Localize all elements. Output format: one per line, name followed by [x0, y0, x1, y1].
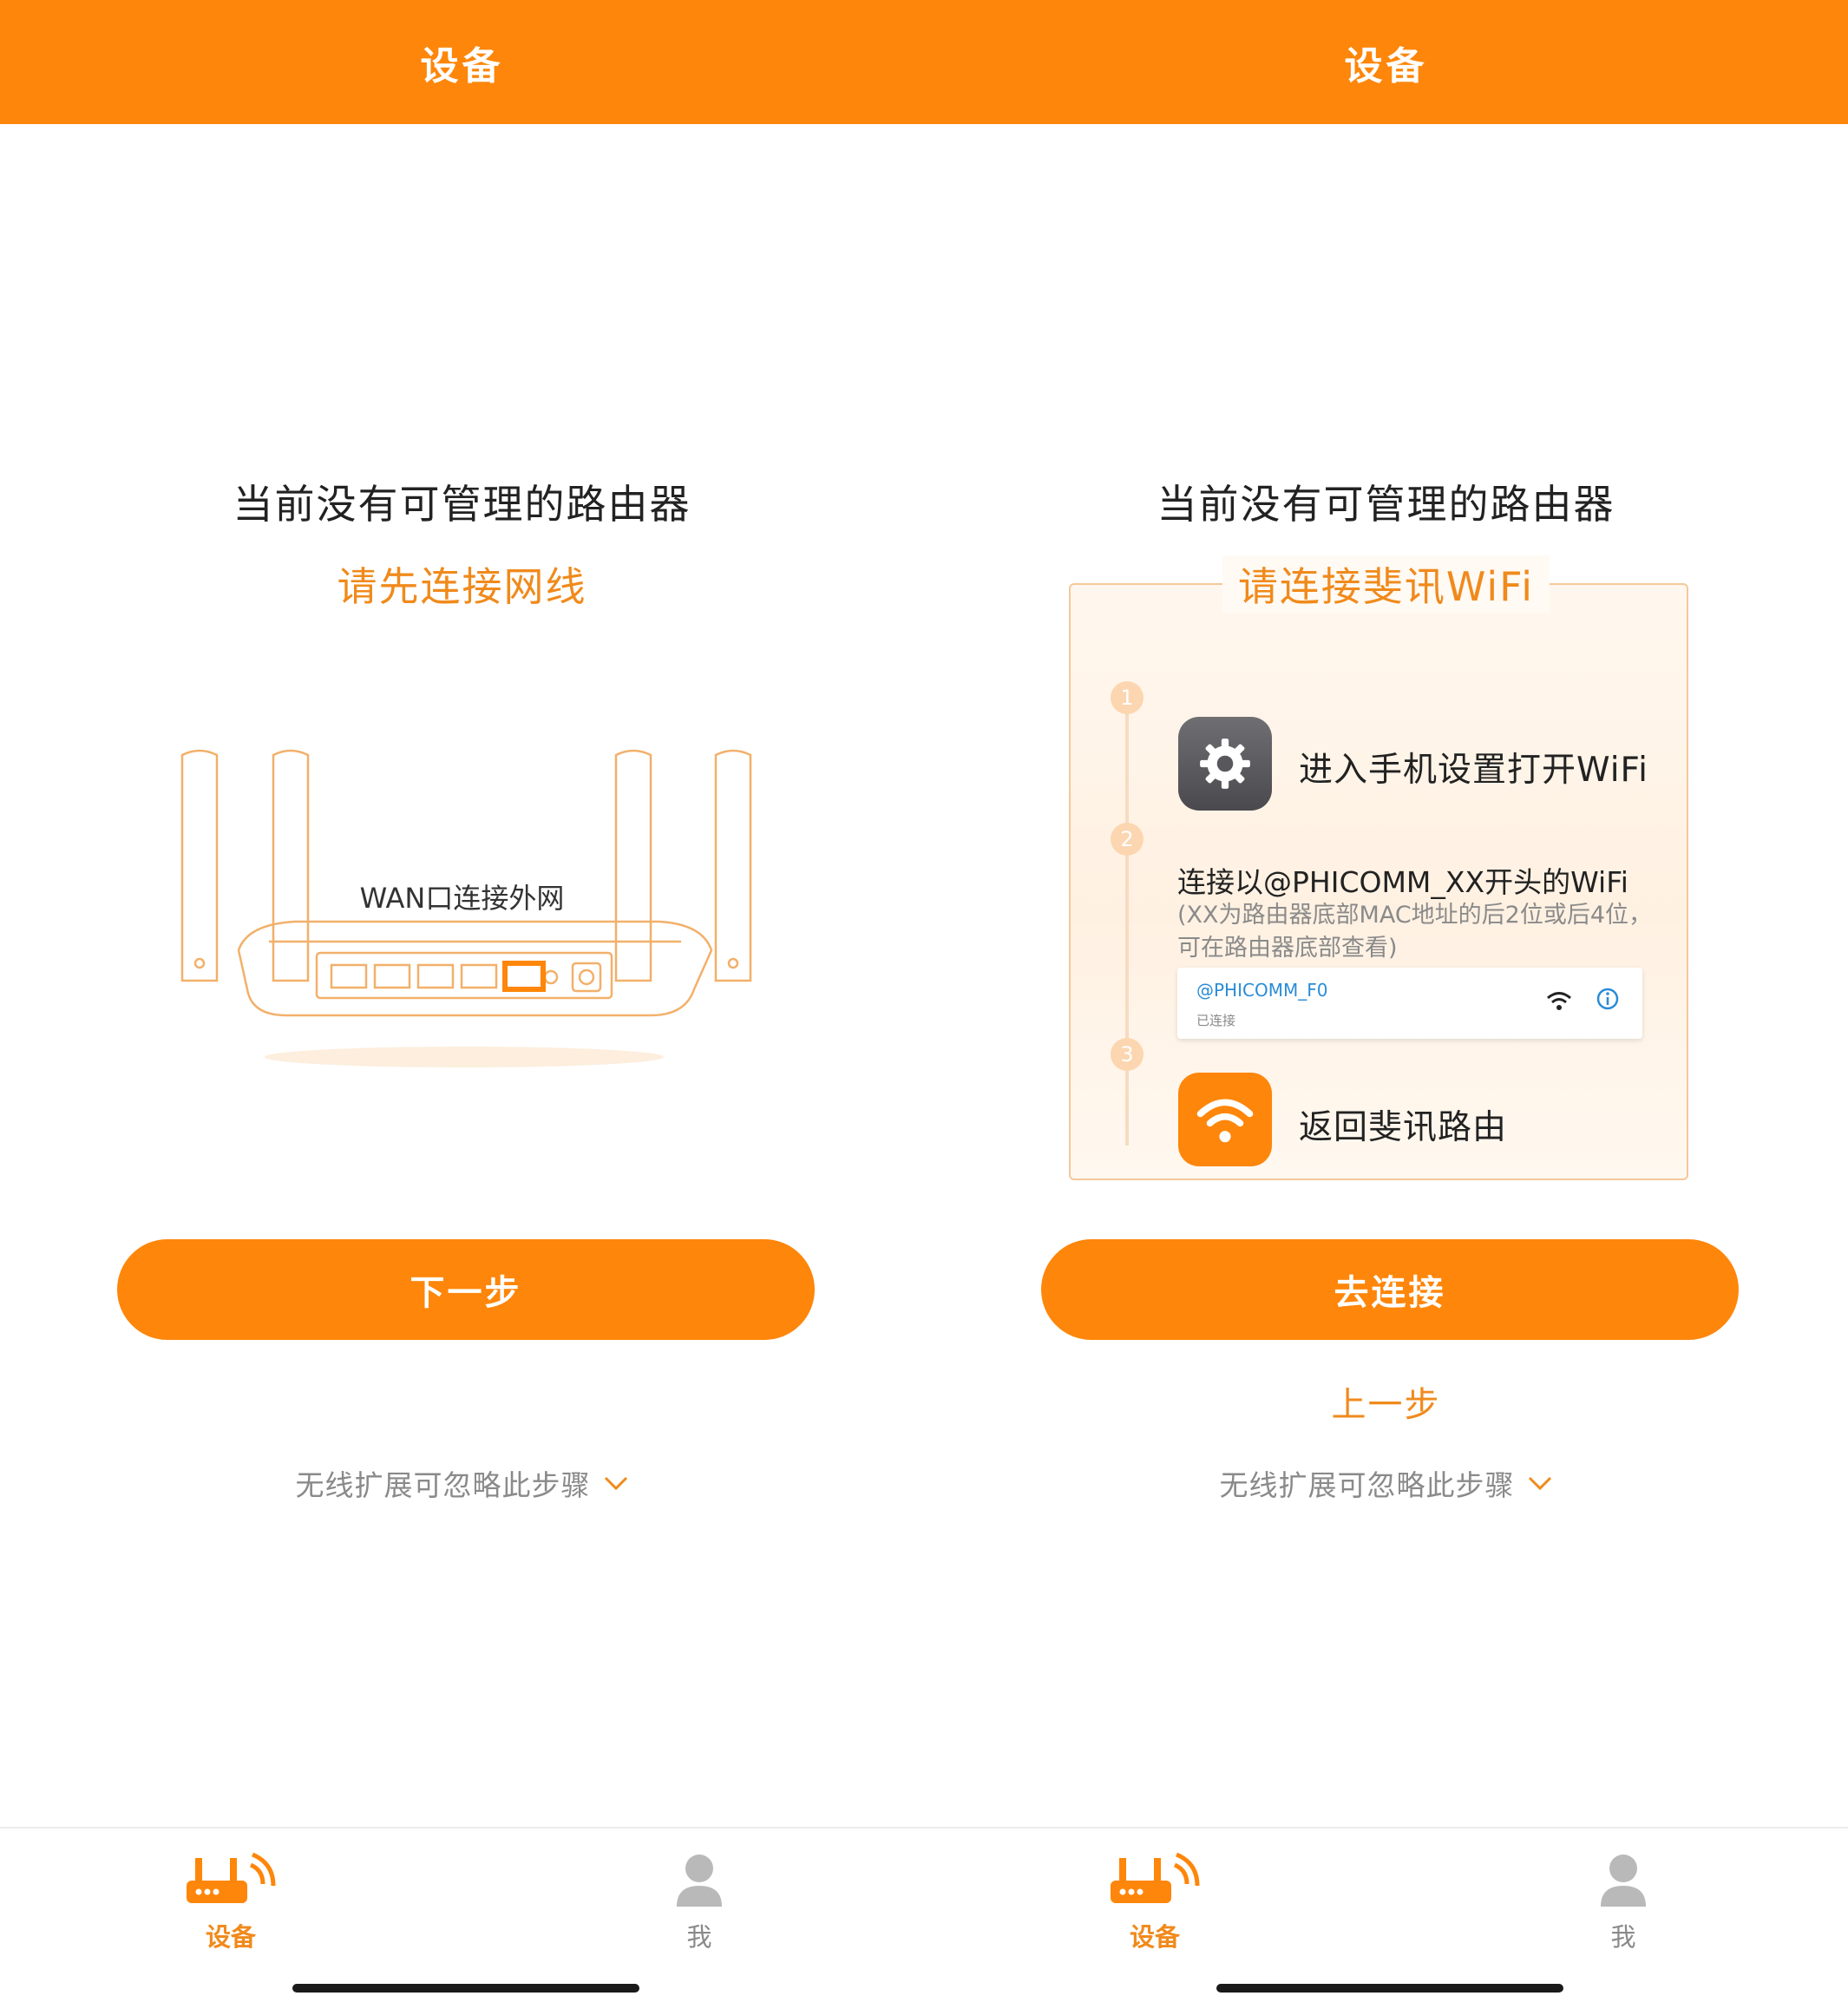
skip-step-toggle[interactable]: 无线扩展可忽略此步骤 — [924, 1462, 1848, 1504]
nav-label-me: 我 — [1610, 1922, 1636, 1952]
settings-gear-icon — [1178, 717, 1272, 811]
top-bar: 设备 — [0, 0, 924, 124]
card-title-wrap: 请连接斐讯WiFi — [924, 555, 1848, 613]
router-icon — [187, 1853, 276, 1903]
no-router-heading: 当前没有可管理的路由器 — [1157, 481, 1615, 528]
info-icon — [1596, 988, 1619, 1010]
step-number-1: 1 — [1111, 681, 1144, 714]
step-number-3: 3 — [1111, 1038, 1144, 1071]
go-connect-button[interactable]: 去连接 — [1041, 1239, 1739, 1340]
bottom-nav: 设备 我 — [0, 1827, 924, 2009]
screen-connect-wifi: 设备 当前没有可管理的路由器 请连接斐讯WiFi 1 2 3 进入手机设置打开W… — [924, 0, 1848, 2009]
wifi-card-title: 请连接斐讯WiFi — [1222, 555, 1550, 613]
nav-tab-devices[interactable]: 设备 — [144, 1853, 318, 1953]
top-bar: 设备 — [924, 0, 1848, 124]
step-2-text: 连接以@PHICOMM_XX开头的WiFi — [1177, 865, 1628, 899]
chevron-down-icon — [604, 1476, 627, 1491]
nav-tab-me[interactable]: 我 — [613, 1853, 786, 1953]
nav-label-devices: 设备 — [1129, 1922, 1180, 1952]
skip-step-text: 无线扩展可忽略此步骤 — [1219, 1468, 1515, 1502]
nav-label-me: 我 — [686, 1922, 712, 1952]
no-router-heading: 当前没有可管理的路由器 — [233, 481, 691, 528]
skip-step-toggle[interactable]: 无线扩展可忽略此步骤 — [0, 1462, 924, 1504]
wifi-icon — [1196, 1099, 1254, 1143]
wifi-example-status: 已连接 — [1196, 1013, 1236, 1028]
step-number-2: 2 — [1111, 823, 1144, 856]
step-3-text: 返回斐讯路由 — [1299, 1108, 1508, 1147]
page-title: 设备 — [1344, 43, 1428, 89]
previous-step-link[interactable]: 上一步 — [924, 1376, 1848, 1427]
nav-label-devices: 设备 — [205, 1922, 256, 1952]
wan-port-label: WAN口连接外网 — [359, 882, 565, 915]
step-2-note: (XX为路由器底部MAC地址的后2位或后4位，可在路由器底部查看) — [1177, 902, 1653, 962]
wifi-example-ssid: @PHICOMM_F0 — [1196, 980, 1328, 1001]
screens-container: 设备 当前没有可管理的路由器 请先连接网线 WAN口连接外网 下一步 无线扩展可… — [0, 0, 1848, 2009]
connect-cable-instruction: 请先连接网线 — [337, 563, 587, 610]
step-timeline — [1125, 694, 1129, 1146]
gear-icon — [1200, 739, 1250, 789]
bottom-nav: 设备 我 — [924, 1827, 1848, 2009]
next-step-button[interactable]: 下一步 — [117, 1239, 815, 1340]
nav-tab-devices[interactable]: 设备 — [1068, 1853, 1242, 1953]
router-icon — [1111, 1853, 1200, 1903]
home-indicator[interactable] — [292, 1984, 639, 1993]
wifi-signal-icon — [1547, 992, 1571, 1010]
screen-connect-cable: 设备 当前没有可管理的路由器 请先连接网线 WAN口连接外网 下一步 无线扩展可… — [0, 0, 924, 2009]
step-1-text: 进入手机设置打开WiFi — [1299, 751, 1648, 790]
home-indicator[interactable] — [1216, 1984, 1563, 1993]
page-title: 设备 — [420, 43, 504, 89]
skip-step-text: 无线扩展可忽略此步骤 — [295, 1468, 591, 1502]
chevron-down-icon — [1528, 1476, 1551, 1491]
wifi-example-row: @PHICOMM_F0 已连接 — [1177, 968, 1642, 1039]
user-icon — [1601, 1855, 1646, 1907]
nav-tab-me[interactable]: 我 — [1537, 1853, 1710, 1953]
phicomm-wifi-app-icon — [1178, 1073, 1272, 1166]
user-icon — [677, 1855, 722, 1907]
